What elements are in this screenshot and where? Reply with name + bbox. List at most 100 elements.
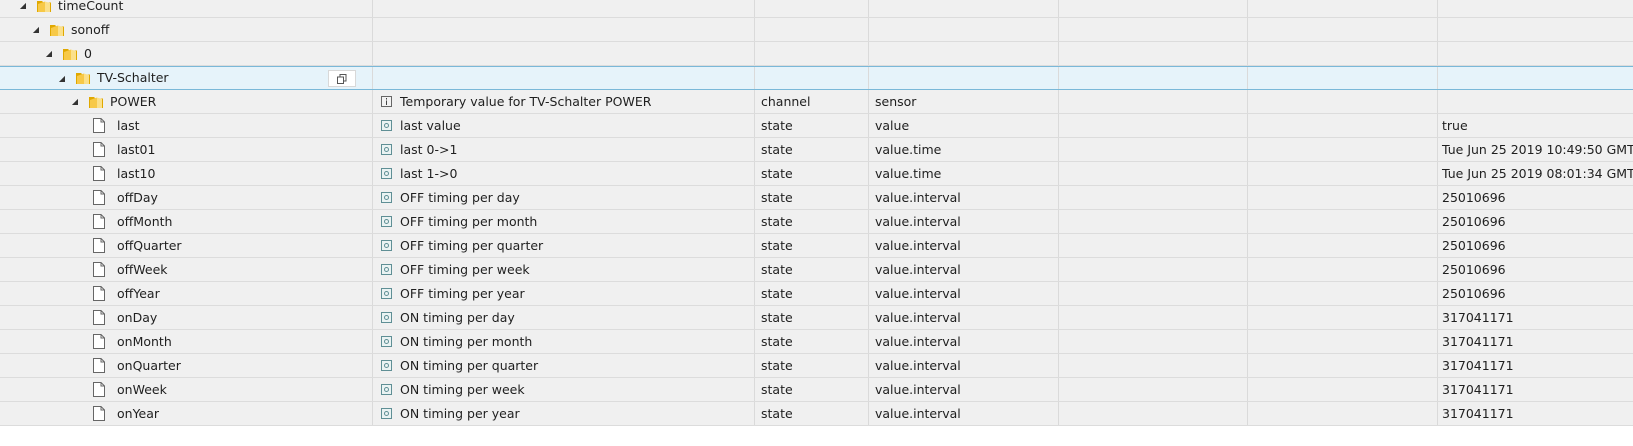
empty-column-cell — [1248, 42, 1438, 65]
description-cell: OFF timing per day — [373, 186, 755, 209]
file-icon — [93, 286, 105, 301]
object-name: onQuarter — [117, 357, 181, 373]
value-cell[interactable]: 25010696 — [1438, 186, 1633, 209]
object-name: timeCount — [58, 0, 124, 13]
name-cell: ◢ TV-Schalter — [0, 67, 373, 89]
file-icon — [93, 310, 105, 325]
value-cell[interactable]: 25010696 — [1438, 234, 1633, 257]
empty-column-cell — [1059, 354, 1248, 377]
tree-row[interactable]: ◢ timeCount — [0, 0, 1633, 18]
info-icon — [381, 96, 392, 107]
tree-row[interactable]: offYear OFF timing per year state value.int… — [0, 282, 1633, 306]
description-cell — [373, 18, 755, 41]
empty-column-cell — [1059, 90, 1248, 113]
empty-column-cell — [1059, 210, 1248, 233]
tree-row[interactable]: last10 last 1->0 state value.time Tue Jun 25… — [0, 162, 1633, 186]
object-type: state — [761, 357, 793, 373]
tree-row[interactable]: ◢ TV-Schalter — [0, 66, 1633, 90]
name-cell: last10 — [0, 162, 373, 185]
description-cell — [373, 42, 755, 65]
name-cell: onQuarter — [0, 354, 373, 377]
triangle-down-icon[interactable]: ◢ — [31, 25, 41, 34]
object-value: 25010696 — [1442, 261, 1506, 277]
empty-column-cell — [1059, 306, 1248, 329]
object-name: 0 — [84, 45, 92, 61]
role-cell: value — [869, 114, 1059, 137]
tree-row[interactable]: onWeek ON timing per week state value.inter… — [0, 378, 1633, 402]
object-name: TV-Schalter — [97, 70, 169, 85]
role-cell: value.time — [869, 138, 1059, 161]
type-cell: state — [755, 330, 869, 353]
tree-row[interactable]: onMonth ON timing per month state value.int… — [0, 330, 1633, 354]
value-cell[interactable]: Tue Jun 25 2019 08:01:34 GMT+ — [1438, 162, 1633, 185]
tree-row[interactable]: offMonth OFF timing per month state value.i… — [0, 210, 1633, 234]
object-name: offWeek — [117, 261, 168, 277]
empty-column-cell — [1248, 306, 1438, 329]
object-description: last value — [400, 117, 461, 133]
object-value: 25010696 — [1442, 285, 1506, 301]
name-cell: onMonth — [0, 330, 373, 353]
empty-column-cell — [1248, 67, 1438, 89]
object-role: value.interval — [875, 309, 961, 325]
object-tree-grid: ◢ timeCount ◢ sonoff ◢ 0 ◢ TV-Schalter ◢ POWER Tem… — [0, 0, 1633, 446]
tree-row[interactable]: onDay ON timing per day state value.interva… — [0, 306, 1633, 330]
file-icon — [93, 238, 105, 253]
value-cell[interactable]: 25010696 — [1438, 282, 1633, 305]
state-icon — [381, 216, 392, 227]
triangle-down-icon[interactable]: ◢ — [44, 49, 54, 58]
object-name: POWER — [110, 93, 157, 109]
description-cell: ON timing per month — [373, 330, 755, 353]
name-cell: onYear — [0, 402, 373, 425]
role-cell: value.interval — [869, 354, 1059, 377]
value-cell[interactable]: 25010696 — [1438, 210, 1633, 233]
empty-column-cell — [1248, 90, 1438, 113]
object-name: onMonth — [117, 333, 172, 349]
object-role: value.time — [875, 165, 942, 181]
tree-row[interactable]: offDay OFF timing per day state value.inter… — [0, 186, 1633, 210]
object-type: channel — [761, 93, 811, 109]
object-type: state — [761, 405, 793, 421]
folder-icon — [36, 0, 52, 14]
file-icon — [93, 262, 105, 277]
tree-row[interactable]: onYear ON timing per year state value.inter… — [0, 402, 1633, 426]
folder-icon — [75, 70, 91, 86]
triangle-down-icon[interactable]: ◢ — [18, 1, 28, 10]
state-icon — [381, 336, 392, 347]
object-role: value — [875, 117, 910, 133]
object-name: last01 — [117, 141, 156, 157]
value-cell[interactable]: 317041171 — [1438, 330, 1633, 353]
triangle-down-icon[interactable]: ◢ — [70, 97, 80, 106]
value-cell[interactable]: 25010696 — [1438, 258, 1633, 281]
empty-column-cell — [1248, 114, 1438, 137]
tree-row[interactable]: offWeek OFF timing per week state value.int… — [0, 258, 1633, 282]
value-cell[interactable]: 317041171 — [1438, 306, 1633, 329]
state-icon — [381, 168, 392, 179]
value-cell[interactable]: 317041171 — [1438, 378, 1633, 401]
tree-row[interactable]: ◢ 0 — [0, 42, 1633, 66]
triangle-down-icon[interactable]: ◢ — [57, 74, 67, 83]
type-cell: state — [755, 114, 869, 137]
object-name: onYear — [117, 405, 160, 421]
description-cell: last 1->0 — [373, 162, 755, 185]
tree-row[interactable]: offQuarter OFF timing per quarter state val… — [0, 234, 1633, 258]
empty-column-cell — [1248, 378, 1438, 401]
value-cell[interactable]: 317041171 — [1438, 354, 1633, 377]
empty-column-cell — [1059, 0, 1248, 17]
tree-row[interactable]: last01 last 0->1 state value.time Tue Jun 25… — [0, 138, 1633, 162]
object-value: 317041171 — [1442, 405, 1514, 421]
empty-column-cell — [1059, 162, 1248, 185]
object-type: state — [761, 333, 793, 349]
value-cell[interactable]: true — [1438, 114, 1633, 137]
tree-row[interactable]: ◢ sonoff — [0, 18, 1633, 42]
tree-row[interactable]: ◢ POWER Temporary value for TV-Schalter PO… — [0, 90, 1633, 114]
object-type: state — [761, 381, 793, 397]
object-description: OFF timing per week — [400, 261, 530, 277]
description-cell: OFF timing per month — [373, 210, 755, 233]
value-cell[interactable]: Tue Jun 25 2019 10:49:50 GMT+ — [1438, 138, 1633, 161]
tree-row[interactable]: last last value state value true — [0, 114, 1633, 138]
value-cell[interactable]: 317041171 — [1438, 402, 1633, 425]
description-cell: Temporary value for TV-Schalter POWER — [373, 90, 755, 113]
copy-icon[interactable] — [328, 70, 356, 87]
object-description: last 0->1 — [400, 141, 458, 157]
tree-row[interactable]: onQuarter ON timing per quarter state value… — [0, 354, 1633, 378]
